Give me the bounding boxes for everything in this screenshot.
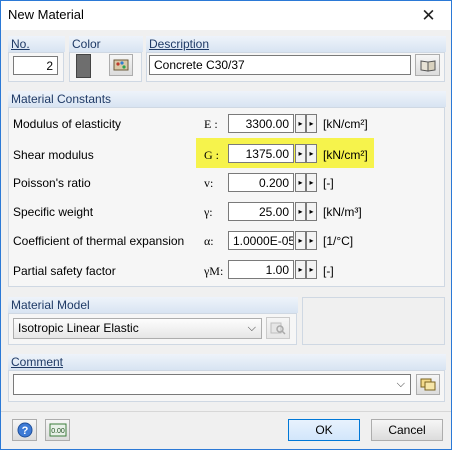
thermal-expansion-spin[interactable]: ▸ bbox=[295, 231, 306, 250]
description-label: Description bbox=[149, 37, 210, 51]
comment-title: Comment bbox=[11, 355, 64, 369]
color-swatch[interactable] bbox=[76, 54, 91, 78]
shear-modulus-symbol: G : bbox=[204, 148, 219, 162]
poisson-ratio-symbol: v: bbox=[204, 176, 214, 190]
no-label: No. bbox=[11, 37, 30, 51]
partial-safety-spin[interactable]: ▸ bbox=[295, 260, 306, 279]
svg-text:0.00: 0.00 bbox=[51, 428, 65, 435]
modulus-elasticity-label: Modulus of elasticity bbox=[13, 117, 122, 131]
specific-weight-spin[interactable]: ▸ bbox=[295, 202, 306, 221]
ok-button[interactable]: OK bbox=[288, 419, 360, 441]
poisson-ratio-spin[interactable]: ▸ bbox=[295, 173, 306, 192]
modulus-elasticity-symbol: E : bbox=[204, 117, 218, 131]
color-label: Color bbox=[72, 37, 101, 51]
color-picker-button[interactable] bbox=[109, 54, 133, 76]
specific-weight-label: Specific weight bbox=[13, 205, 94, 219]
shear-modulus-unit: [kN/cm²] bbox=[323, 148, 368, 162]
specific-weight-input[interactable]: 25.00 bbox=[228, 202, 294, 221]
palette-icon bbox=[113, 59, 129, 71]
shear-modulus-input[interactable]: 1375.00 bbox=[228, 144, 294, 163]
footer-divider bbox=[1, 411, 451, 412]
book-icon bbox=[420, 59, 435, 72]
title-bar: New Material ✕ bbox=[1, 1, 451, 30]
poisson-ratio-unit: [-] bbox=[323, 176, 334, 190]
help-icon: ? bbox=[17, 422, 32, 438]
shear-modulus-spin[interactable]: ▸ bbox=[295, 144, 306, 163]
modulus-elasticity-unit: [kN/cm²] bbox=[323, 117, 368, 131]
partial-safety-unit: [-] bbox=[323, 264, 334, 278]
close-icon[interactable]: ✕ bbox=[406, 1, 451, 30]
cancel-label: Cancel bbox=[388, 423, 426, 437]
thermal-expansion-label: Coefficient of thermal expansion bbox=[13, 234, 185, 248]
library-button[interactable] bbox=[415, 54, 440, 76]
window-title: New Material bbox=[8, 7, 84, 22]
magnifier-icon bbox=[270, 322, 286, 335]
decimal-places-icon: 0.00 bbox=[49, 423, 66, 437]
model-preview-panel bbox=[302, 297, 445, 345]
thermal-expansion-input[interactable]: 1.0000E-05 bbox=[228, 231, 294, 250]
material-model-title: Material Model bbox=[11, 298, 90, 312]
comment-input[interactable]: ⌵ bbox=[13, 374, 411, 395]
poisson-ratio-label: Poisson's ratio bbox=[13, 176, 91, 190]
partial-safety-label: Partial safety factor bbox=[13, 264, 116, 278]
shear-modulus-label: Shear modulus bbox=[13, 148, 94, 162]
specific-weight-arrow[interactable]: ▸ bbox=[306, 202, 317, 221]
material-constants-title: Material Constants bbox=[11, 92, 112, 106]
model-details-button[interactable] bbox=[266, 317, 290, 339]
ok-label: OK bbox=[315, 423, 333, 437]
comment-header: Comment bbox=[8, 354, 446, 370]
description-field[interactable]: Concrete C30/37 bbox=[149, 55, 411, 75]
material-model-select[interactable]: Isotropic Linear Elastic ⌵ bbox=[13, 318, 262, 339]
modulus-elasticity-spin[interactable]: ▸ bbox=[295, 114, 306, 133]
units-decimals-button[interactable]: 0.00 bbox=[45, 419, 70, 441]
color-group-header: Color bbox=[69, 36, 143, 52]
thermal-expansion-unit: [1/°C] bbox=[323, 234, 354, 248]
specific-weight-symbol: γ: bbox=[204, 205, 213, 219]
svg-text:?: ? bbox=[21, 425, 28, 437]
modulus-elasticity-input[interactable]: 3300.00 bbox=[228, 114, 294, 133]
specific-weight-unit: [kN/m³] bbox=[323, 205, 362, 219]
material-model-header: Material Model bbox=[8, 297, 298, 313]
chevron-down-icon: ⌵ bbox=[247, 322, 256, 334]
description-group-header: Description bbox=[146, 36, 446, 52]
partial-safety-arrow[interactable]: ▸ bbox=[306, 260, 317, 279]
comment-library-button[interactable] bbox=[416, 374, 440, 395]
dialog-content: No. 2 Color Description Concrete C30/37 bbox=[1, 30, 451, 449]
no-group-header: No. bbox=[8, 36, 65, 52]
comment-list-icon bbox=[420, 378, 436, 391]
thermal-expansion-symbol: α: bbox=[204, 234, 214, 248]
modulus-elasticity-arrow[interactable]: ▸ bbox=[306, 114, 317, 133]
poisson-ratio-arrow[interactable]: ▸ bbox=[306, 173, 317, 192]
material-constants-group bbox=[8, 107, 445, 287]
chevron-down-icon: ⌵ bbox=[396, 378, 405, 390]
partial-safety-input[interactable]: 1.00 bbox=[228, 260, 294, 279]
partial-safety-symbol: γM: bbox=[204, 264, 224, 278]
shear-modulus-arrow[interactable]: ▸ bbox=[306, 144, 317, 163]
material-constants-header: Material Constants bbox=[8, 91, 446, 107]
new-material-dialog: New Material ✕ No. 2 Color Description C… bbox=[0, 0, 452, 450]
help-button[interactable]: ? bbox=[12, 419, 37, 441]
cancel-button[interactable]: Cancel bbox=[371, 419, 443, 441]
thermal-expansion-arrow[interactable]: ▸ bbox=[306, 231, 317, 250]
poisson-ratio-input[interactable]: 0.200 bbox=[228, 173, 294, 192]
material-number-field[interactable]: 2 bbox=[13, 56, 58, 75]
material-model-selected: Isotropic Linear Elastic bbox=[18, 321, 139, 335]
